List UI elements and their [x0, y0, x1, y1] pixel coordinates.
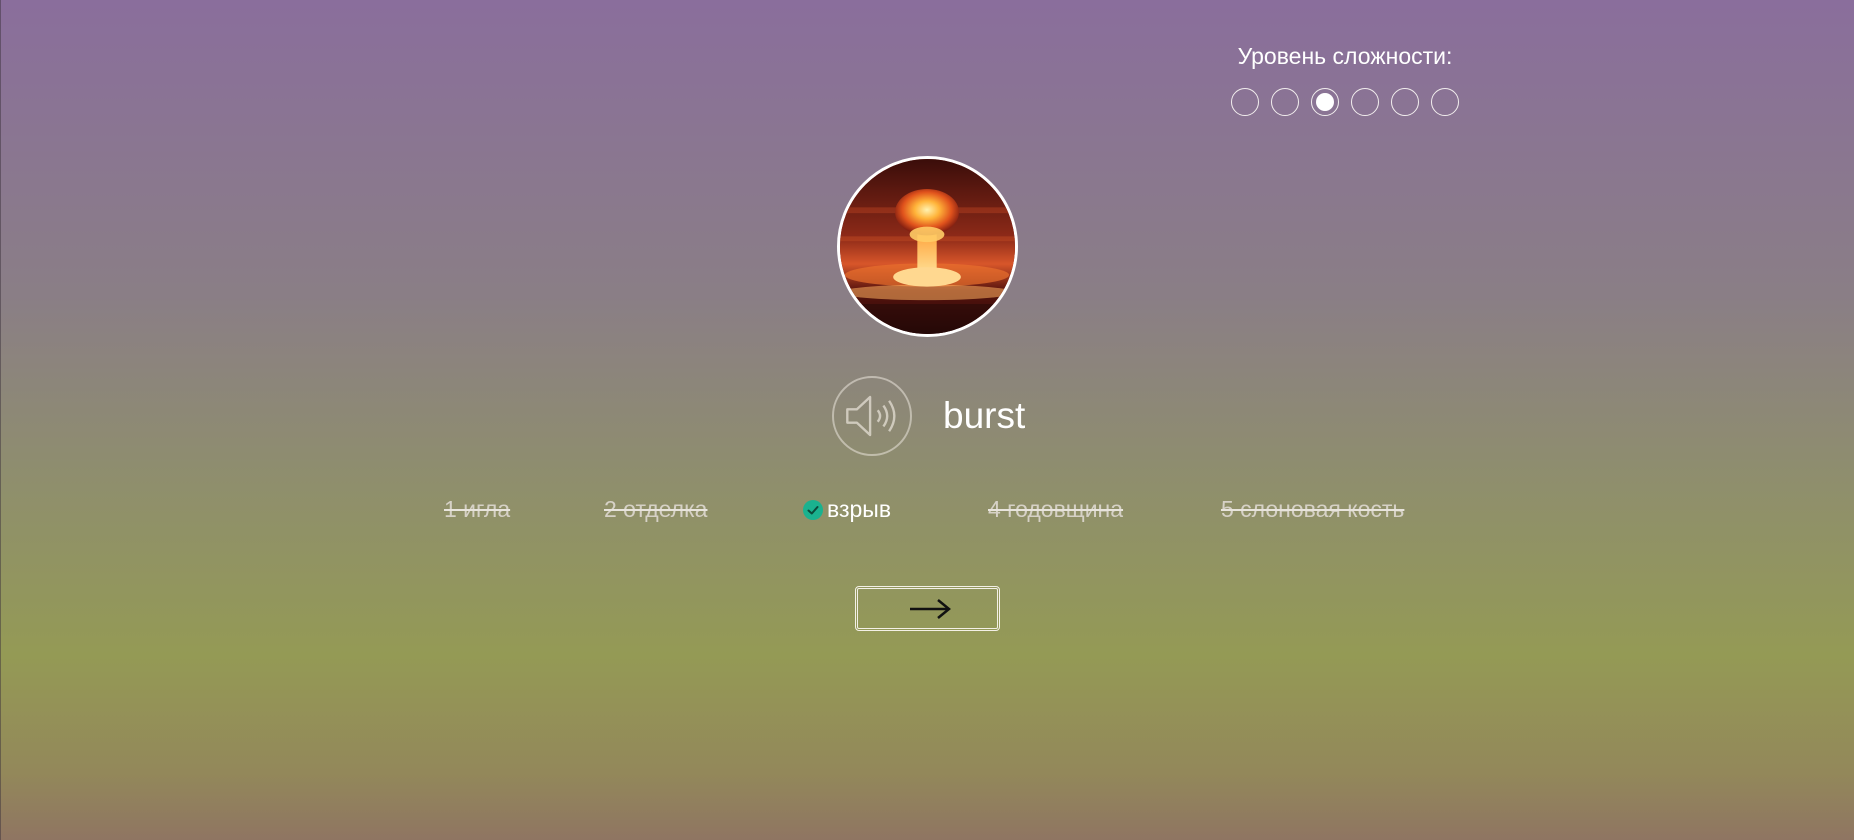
difficulty-level-1-radio[interactable]	[1231, 88, 1259, 116]
difficulty-level-2-radio[interactable]	[1271, 88, 1299, 116]
answer-options: 1 игла 2 отделка взрыв 4 годовщина 5 сло…	[0, 496, 1854, 526]
difficulty-dots	[1230, 88, 1460, 116]
speaker-icon	[846, 395, 896, 437]
answer-option-2[interactable]: 2 отделка	[604, 496, 707, 523]
play-audio-button[interactable]	[832, 376, 912, 456]
window-edge	[0, 0, 1, 840]
answer-option-3-label: взрыв	[827, 496, 892, 522]
arrow-right-icon	[910, 599, 951, 619]
check-icon	[803, 500, 823, 520]
difficulty-level-6-radio[interactable]	[1431, 88, 1459, 116]
difficulty-level-4-radio[interactable]	[1351, 88, 1379, 116]
next-button[interactable]	[855, 586, 1000, 631]
difficulty-selector: Уровень сложности:	[1230, 43, 1460, 116]
english-word: burst	[943, 395, 1026, 436]
answer-option-4[interactable]: 4 годовщина	[988, 496, 1123, 523]
answer-option-3[interactable]: взрыв	[803, 496, 891, 523]
difficulty-title: Уровень сложности:	[1237, 43, 1453, 69]
difficulty-level-5-radio[interactable]	[1391, 88, 1419, 116]
word-picture	[837, 156, 1018, 337]
answer-option-5[interactable]: 5 слоновая кость	[1221, 496, 1404, 523]
explosion-image	[840, 159, 1015, 334]
difficulty-level-3-radio[interactable]	[1311, 88, 1339, 116]
answer-option-1[interactable]: 1 игла	[444, 496, 510, 523]
